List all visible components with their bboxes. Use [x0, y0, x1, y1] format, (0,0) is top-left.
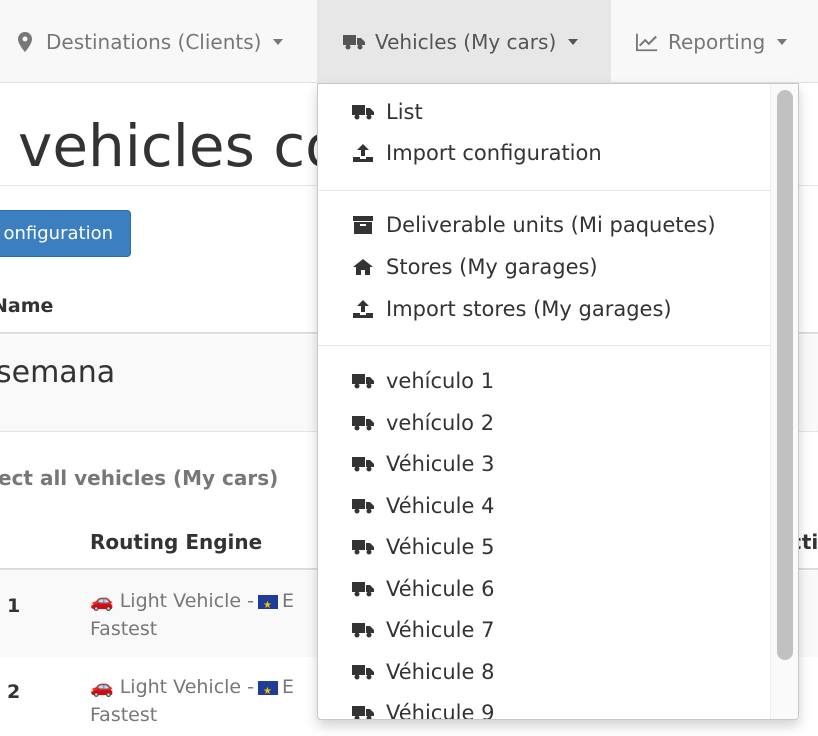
- menu-item-vehicle[interactable]: Véhicule 7: [352, 618, 494, 642]
- menu-item-label: Véhicule 4: [386, 493, 495, 518]
- menu-item-import-configuration[interactable]: Import configuration: [352, 141, 602, 165]
- nav-vehicles[interactable]: Vehicles (My cars): [317, 0, 611, 83]
- menu-item-list[interactable]: List: [352, 100, 423, 124]
- menu-item-vehicle[interactable]: Véhicule 9: [352, 701, 495, 720]
- menu-item-vehicle[interactable]: Véhicule 3: [352, 452, 494, 476]
- scrollbar-thumb[interactable]: [777, 90, 793, 660]
- truck-icon: [343, 34, 365, 50]
- menu-item-vehicle[interactable]: Véhicule 5: [352, 535, 494, 559]
- menu-item-label: Véhicule 6: [386, 576, 495, 601]
- menu-item-label: Véhicule 9: [386, 701, 495, 720]
- truck-icon: [352, 498, 374, 514]
- engine-label: Light Vehicle -: [119, 676, 255, 698]
- nav-reporting[interactable]: Reporting: [636, 0, 818, 83]
- upload-icon: [352, 299, 374, 319]
- navbar: Destinations (Clients) Vehicles (My cars…: [0, 0, 818, 83]
- menu-item-deliverable-units[interactable]: Deliverable units (Mi paquetes): [352, 213, 716, 237]
- truck-icon: [352, 622, 374, 638]
- menu-item-label: List: [386, 100, 423, 124]
- menu-item-import-stores[interactable]: Import stores (My garages): [352, 297, 672, 321]
- truck-icon: [352, 415, 374, 431]
- menu-item-label: Import stores (My garages): [386, 297, 672, 321]
- page-title: vehicles co: [18, 112, 341, 180]
- menu-item-vehicle[interactable]: Véhicule 6: [352, 577, 494, 601]
- truck-icon: [352, 456, 374, 472]
- menu-item-stores[interactable]: Stores (My garages): [352, 255, 598, 279]
- car-icon: 🚗: [90, 590, 114, 612]
- column-header-name: Name: [0, 295, 54, 317]
- truck-icon: [352, 664, 374, 680]
- nav-vehicles-label: Vehicles (My cars): [375, 29, 557, 54]
- chevron-down-icon: [777, 38, 788, 45]
- menu-item-label: Véhicule 3: [386, 452, 495, 476]
- menu-item-label: vehículo 1: [386, 369, 495, 393]
- truck-icon: [352, 373, 374, 389]
- truck-icon: [352, 104, 374, 120]
- line-chart-icon: [636, 32, 658, 52]
- menu-item-label: vehículo 2: [386, 410, 495, 435]
- configuration-button-label: onfiguration: [3, 223, 113, 244]
- eu-flag-icon: [258, 678, 279, 706]
- column-header-routing-engine: Routing Engine: [90, 530, 263, 554]
- map-marker-icon: [14, 31, 36, 52]
- nav-destinations-label: Destinations (Clients): [46, 29, 262, 54]
- chevron-down-icon: [568, 38, 579, 45]
- row-index: 2: [7, 681, 21, 703]
- chevron-down-icon: [273, 38, 284, 45]
- truck-icon: [352, 581, 374, 597]
- menu-item-label: Deliverable units (Mi paquetes): [386, 213, 716, 237]
- row-name: semana: [0, 355, 116, 390]
- engine-region: E: [282, 676, 295, 698]
- menu-item-label: Véhicule 8: [386, 659, 495, 684]
- engine-region: E: [282, 590, 295, 612]
- routing-engine-cell: 🚗 Light Vehicle - E Fastest: [90, 673, 294, 729]
- menu-item-label: Véhicule 7: [386, 618, 495, 642]
- upload-icon: [352, 143, 374, 163]
- vehicles-dropdown-menu: List Import configuration Deliverable un…: [317, 83, 799, 720]
- menu-divider: [318, 345, 770, 346]
- archive-icon: [352, 215, 374, 235]
- select-all-vehicles-link[interactable]: ect all vehicles (My cars): [0, 466, 278, 490]
- nav-reporting-label: Reporting: [668, 29, 766, 54]
- menu-divider: [318, 190, 770, 191]
- row-index: 1: [7, 595, 21, 617]
- truck-icon: [352, 705, 374, 719]
- menu-item-label: Import configuration: [386, 141, 602, 165]
- menu-item-vehicle[interactable]: Véhicule 8: [352, 660, 494, 684]
- engine-mode: Fastest: [90, 704, 158, 726]
- menu-item-vehicle[interactable]: Véhicule 4: [352, 494, 494, 518]
- routing-engine-cell: 🚗 Light Vehicle - E Fastest: [90, 587, 294, 643]
- menu-item-vehicle[interactable]: vehículo 1: [352, 369, 494, 393]
- menu-item-label: Véhicule 5: [386, 535, 495, 559]
- nav-destinations[interactable]: Destinations (Clients): [14, 0, 314, 83]
- configuration-button[interactable]: onfiguration: [0, 210, 131, 257]
- eu-flag-icon: [258, 592, 279, 620]
- menu-item-vehicle[interactable]: vehículo 2: [352, 411, 494, 435]
- engine-mode: Fastest: [90, 618, 158, 640]
- truck-icon: [352, 539, 374, 555]
- home-icon: [352, 258, 374, 276]
- car-icon: 🚗: [90, 676, 114, 698]
- engine-label: Light Vehicle -: [119, 590, 255, 612]
- menu-item-label: Stores (My garages): [386, 255, 598, 279]
